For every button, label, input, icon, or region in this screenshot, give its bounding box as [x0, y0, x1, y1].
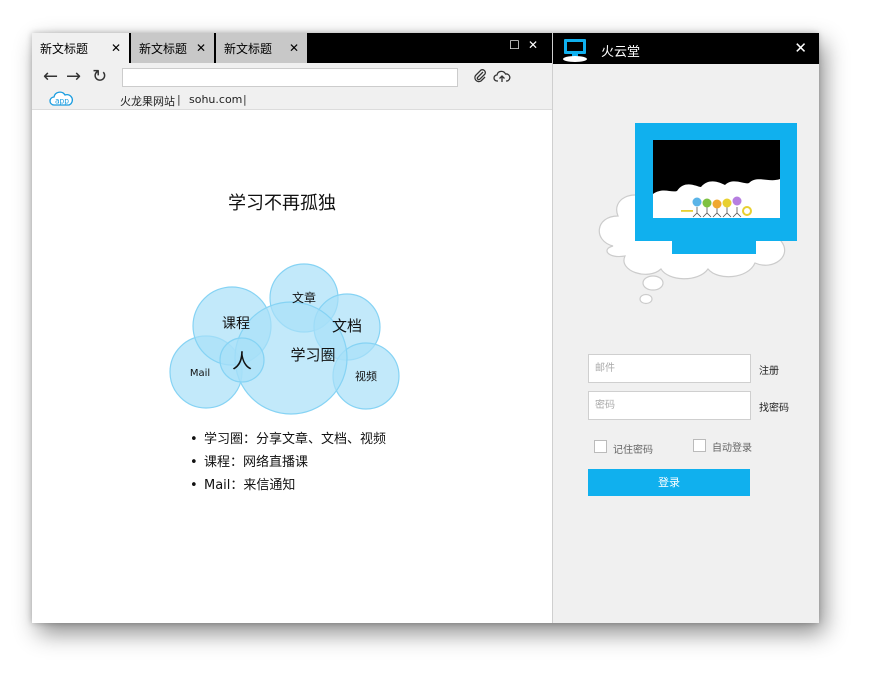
refresh-icon[interactable]: ↻ [92, 66, 107, 87]
tab-1[interactable]: 新文标题 ✕ [32, 33, 129, 63]
window-controls: ☐ ✕ [509, 38, 538, 52]
label-mail: Mail [190, 368, 210, 379]
label-video: 视频 [355, 369, 377, 383]
monitor-logo-icon [561, 36, 591, 66]
forgot-password-link[interactable]: 找密码 [759, 399, 789, 414]
tab-2-label: 新文标题 [139, 41, 188, 56]
app-label: app [55, 97, 69, 106]
remember-password-label: 记住密码 [613, 445, 653, 456]
learning-circle-diagram: 课程 文章 文档 Mail 视频 学习圈 人 [169, 263, 400, 415]
app-cloud-icon[interactable]: app [49, 90, 75, 111]
bookmark-separator: | [177, 93, 181, 106]
tab-2-close-icon[interactable]: ✕ [196, 41, 206, 55]
tab-2[interactable]: 新文标题 ✕ [131, 33, 214, 63]
attach-icon[interactable] [472, 68, 488, 88]
bookmark-bar: app 火龙果网站 | sohu.com | [32, 91, 552, 109]
browser-toolbar: ← → ↻ app 火龙果网站 | sohu.com | [32, 63, 552, 110]
back-arrow-icon[interactable]: ← [43, 66, 58, 87]
bookmark-huolongguo[interactable]: 火龙果网站 [120, 93, 175, 109]
close-icon[interactable]: ✕ [528, 38, 538, 52]
maximize-icon[interactable]: ☐ [509, 38, 520, 52]
auto-login-label: 自动登录 [712, 443, 752, 454]
tab-3-label: 新文标题 [224, 41, 273, 56]
label-article: 文章 [292, 290, 316, 305]
forward-arrow-icon[interactable]: → [66, 66, 81, 87]
login-close-icon[interactable]: ✕ [794, 39, 807, 57]
label-doc: 文档 [332, 317, 362, 335]
login-title-bar: 火云堂 ✕ [553, 33, 819, 64]
tab-3[interactable]: 新文标题 ✕ [216, 33, 307, 63]
login-button[interactable]: 登录 [588, 469, 750, 496]
address-bar[interactable] [122, 68, 458, 87]
register-link[interactable]: 注册 [759, 362, 779, 377]
tab-bar: 新文标题 ✕ 新文标题 ✕ 新文标题 ✕ ☐ ✕ [32, 33, 552, 63]
cloud-upload-icon[interactable] [493, 68, 511, 88]
page-title: 学习不再孤独 [228, 193, 336, 214]
list-item: Mail：来信通知 [190, 474, 386, 497]
page-content: 学习不再孤独 课程 文章 文档 Mail 视频 学习圈 人 • 学习圈：分享文章… [32, 110, 552, 623]
app-window: 新文标题 ✕ 新文标题 ✕ 新文标题 ✕ ☐ ✕ ← → ↻ app 火龙果网站… [32, 33, 819, 623]
tab-1-close-icon[interactable]: ✕ [111, 41, 121, 55]
monitor-cloud-illustration [598, 123, 797, 305]
tab-3-close-icon[interactable]: ✕ [289, 41, 299, 55]
bookmark-separator: | [243, 93, 247, 106]
label-circle: 学习圈 [290, 346, 335, 364]
login-title: 火云堂 [601, 45, 641, 60]
bookmark-sohu[interactable]: sohu.com [189, 93, 242, 106]
list-item: 课程：网络直播课 [190, 451, 386, 474]
list-item: 学习圈：分享文章、文档、视频 [190, 428, 386, 451]
feature-list: 学习圈：分享文章、文档、视频 课程：网络直播课 Mail：来信通知 [190, 428, 386, 497]
login-pane: 火云堂 ✕ 邮件 注册 找密码 记住密码 自动登录 登录 [552, 33, 819, 623]
remember-password-checkbox[interactable] [594, 440, 607, 453]
auto-login-checkbox[interactable] [693, 439, 706, 452]
browser-pane: 新文标题 ✕ 新文标题 ✕ 新文标题 ✕ ☐ ✕ ← → ↻ app 火龙果网站… [32, 33, 552, 623]
tab-1-label: 新文标题 [40, 41, 89, 56]
password-field[interactable] [588, 391, 751, 420]
label-center: 人 [232, 349, 252, 373]
email-field[interactable] [588, 354, 751, 383]
label-course: 课程 [222, 316, 250, 332]
